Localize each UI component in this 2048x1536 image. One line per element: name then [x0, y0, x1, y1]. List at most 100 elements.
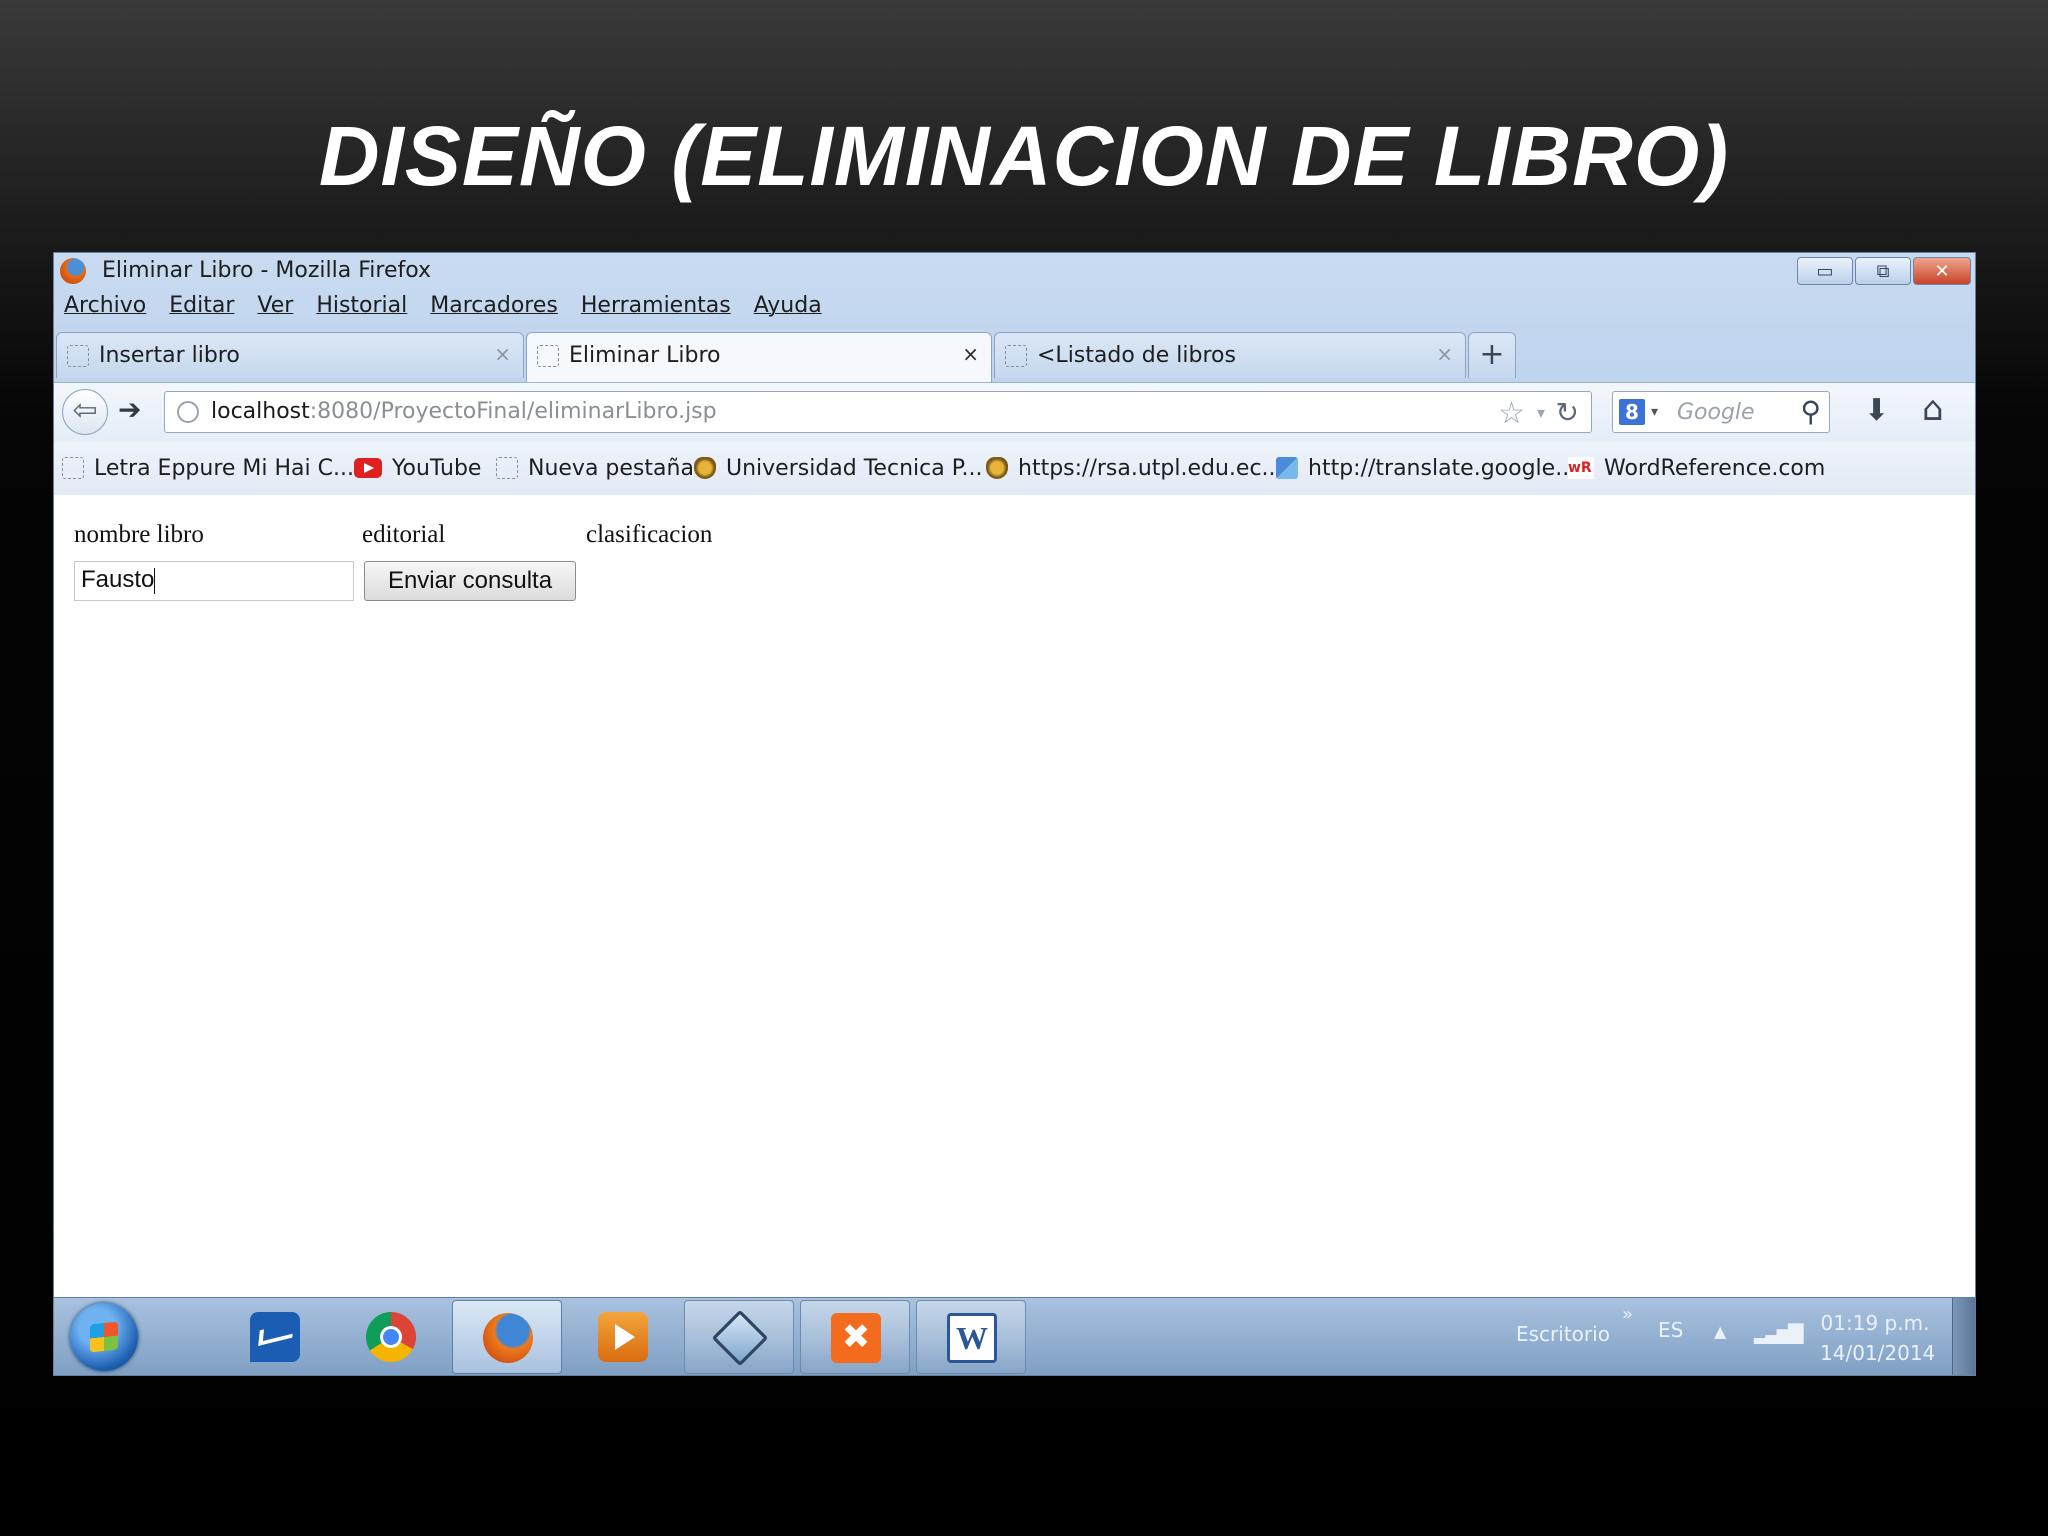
wordreference-icon: wR: [1568, 457, 1594, 479]
toolbar-chevron-icon[interactable]: »: [1622, 1304, 1633, 1325]
bookmark-label: Letra Eppure Mi Hai C...: [94, 455, 354, 481]
page-icon: [537, 345, 559, 367]
page-icon: [62, 457, 84, 479]
browser-chrome: Eliminar Libro - Mozilla Firefox ▭ ⧉ ✕ A…: [54, 253, 1975, 496]
input-value: Fausto: [81, 566, 155, 593]
label-clasificacion: clasificacion: [586, 521, 713, 548]
window-controls: ▭ ⧉ ✕: [1795, 257, 1971, 285]
media-player-icon: [598, 1312, 648, 1362]
bookmark-label: https://rsa.utpl.edu.ec...: [1018, 455, 1283, 481]
bookmark-universidad[interactable]: Universidad Tecnica P...: [694, 453, 983, 483]
bookmark-label: YouTube: [392, 455, 482, 481]
youtube-icon: [354, 458, 382, 478]
url-bar[interactable]: localhost:8080/ProyectoFinal/eliminarLib…: [164, 391, 1592, 433]
bookmark-label: Universidad Tecnica P...: [726, 455, 983, 481]
clock[interactable]: 01:19 p.m. 14/01/2014: [1820, 1308, 1936, 1368]
url-path: :8080/ProyectoFinal/eliminarLibro.jsp: [309, 399, 717, 424]
bookmark-rsa-utpl[interactable]: https://rsa.utpl.edu.ec...: [986, 453, 1283, 483]
menu-herramientas[interactable]: Herramientas: [581, 293, 731, 323]
downloads-icon[interactable]: ⬇: [1864, 393, 1889, 428]
taskbar-xampp[interactable]: [800, 1300, 910, 1374]
bookmark-label: WordReference.com: [1604, 455, 1826, 481]
title-bar[interactable]: Eliminar Libro - Mozilla Firefox ▭ ⧉ ✕: [54, 253, 1975, 289]
utpl-icon: [694, 457, 716, 479]
tab-label: <Listado de libros: [1037, 343, 1236, 368]
search-bar[interactable]: 8 ▾ Google ⚲: [1612, 391, 1830, 433]
url-text[interactable]: localhost:8080/ProyectoFinal/eliminarLib…: [211, 399, 717, 424]
firefox-icon: [483, 1313, 533, 1363]
google-engine-icon[interactable]: 8: [1619, 399, 1645, 425]
search-icon[interactable]: ⚲: [1800, 395, 1821, 428]
engine-dropdown-icon[interactable]: ▾: [1651, 404, 1658, 420]
restore-button[interactable]: ⧉: [1855, 257, 1911, 285]
menu-ver[interactable]: Ver: [257, 293, 293, 323]
bookmark-star-icon[interactable]: ☆: [1498, 396, 1525, 431]
firefox-window: Eliminar Libro - Mozilla Firefox ▭ ⧉ ✕ A…: [54, 253, 1975, 1375]
word-icon: [947, 1313, 997, 1363]
menu-marcadores[interactable]: Marcadores: [430, 293, 558, 323]
desktop-toolbar-label[interactable]: Escritorio: [1516, 1322, 1610, 1346]
nombre-libro-input[interactable]: Fausto: [74, 561, 354, 601]
new-tab-button[interactable]: +: [1468, 332, 1516, 378]
home-icon[interactable]: ⌂: [1922, 389, 1944, 429]
navigation-toolbar: ⇦ ➔ localhost:8080/ProyectoFinal/elimina…: [54, 382, 1975, 443]
tab-close-icon[interactable]: ×: [494, 342, 511, 366]
taskbar-media-player[interactable]: [568, 1300, 678, 1374]
taskbar-word[interactable]: [916, 1300, 1026, 1374]
slide-title: DISEÑO (ELIMINACION DE LIBRO): [318, 109, 1730, 203]
bookmark-wordreference[interactable]: wR WordReference.com: [1568, 453, 1825, 483]
bookmark-nueva-pestana[interactable]: Nueva pestaña: [496, 453, 694, 483]
bookmark-label: Nueva pestaña: [528, 455, 694, 481]
enviar-consulta-button[interactable]: Enviar consulta: [364, 561, 576, 601]
minimize-button[interactable]: ▭: [1797, 257, 1853, 285]
translate-icon: [1276, 457, 1298, 479]
network-signal-icon[interactable]: ▂▃▅▇: [1754, 1320, 1803, 1344]
taskbar-virtualbox[interactable]: [684, 1300, 794, 1374]
text-caret: [154, 567, 156, 594]
start-button[interactable]: [70, 1303, 138, 1371]
tab-close-icon[interactable]: ×: [1436, 342, 1453, 366]
windows-taskbar: Escritorio » ES ▲ ▂▃▅▇ 01:19 p.m. 14/01/…: [54, 1297, 1975, 1375]
firefox-icon[interactable]: [60, 258, 86, 284]
xampp-icon: [831, 1313, 881, 1363]
tab-eliminar-libro[interactable]: Eliminar Libro ×: [526, 332, 992, 382]
clock-time: 01:19 p.m.: [1820, 1311, 1930, 1335]
tab-insertar-libro[interactable]: Insertar libro ×: [56, 332, 524, 378]
close-window-button[interactable]: ✕: [1913, 257, 1971, 285]
cube-app-icon: [711, 1309, 769, 1367]
menu-ayuda[interactable]: Ayuda: [754, 293, 822, 323]
menu-archivo[interactable]: Archivo: [64, 293, 146, 323]
taskbar-chrome[interactable]: [336, 1300, 446, 1374]
show-desktop-button[interactable]: [1952, 1298, 1975, 1375]
search-placeholder: Google: [1677, 400, 1755, 425]
forward-button[interactable]: ➔: [118, 393, 141, 426]
menu-historial[interactable]: Historial: [316, 293, 407, 323]
taskbar-firefox[interactable]: [452, 1300, 562, 1374]
messenger-icon: [250, 1312, 300, 1362]
menu-editar[interactable]: Editar: [169, 293, 234, 323]
tab-close-icon[interactable]: ×: [962, 342, 979, 366]
menu-bar: Archivo Editar Ver Historial Marcadores …: [64, 293, 845, 323]
reload-icon[interactable]: ↻: [1556, 396, 1579, 429]
tab-listado-de-libros[interactable]: <Listado de libros ×: [994, 332, 1466, 378]
history-dropmarker-icon[interactable]: ▾: [1537, 403, 1545, 422]
label-nombre-libro: nombre libro: [74, 521, 204, 548]
show-hidden-icons-icon[interactable]: ▲: [1714, 1322, 1726, 1341]
url-host: localhost: [211, 399, 310, 424]
clock-date: 14/01/2014: [1820, 1341, 1936, 1365]
site-identity-icon[interactable]: [177, 401, 199, 423]
language-indicator[interactable]: ES: [1658, 1318, 1683, 1342]
page-icon: [496, 457, 518, 479]
taskbar-messenger[interactable]: [220, 1300, 330, 1374]
window-title: Eliminar Libro - Mozilla Firefox: [102, 258, 432, 283]
chrome-icon: [366, 1312, 416, 1362]
page-icon: [67, 345, 89, 367]
bookmark-label: http://translate.google...: [1308, 455, 1577, 481]
bookmark-letra-eppure[interactable]: Letra Eppure Mi Hai C...: [62, 453, 354, 483]
page-icon: [1005, 345, 1027, 367]
page-content: nombre libro editorial clasificacion Fau…: [54, 495, 1975, 1297]
utpl-icon: [986, 457, 1008, 479]
bookmark-translate[interactable]: http://translate.google...: [1276, 453, 1576, 483]
back-button[interactable]: ⇦: [62, 389, 108, 435]
bookmark-youtube[interactable]: YouTube: [354, 453, 481, 483]
